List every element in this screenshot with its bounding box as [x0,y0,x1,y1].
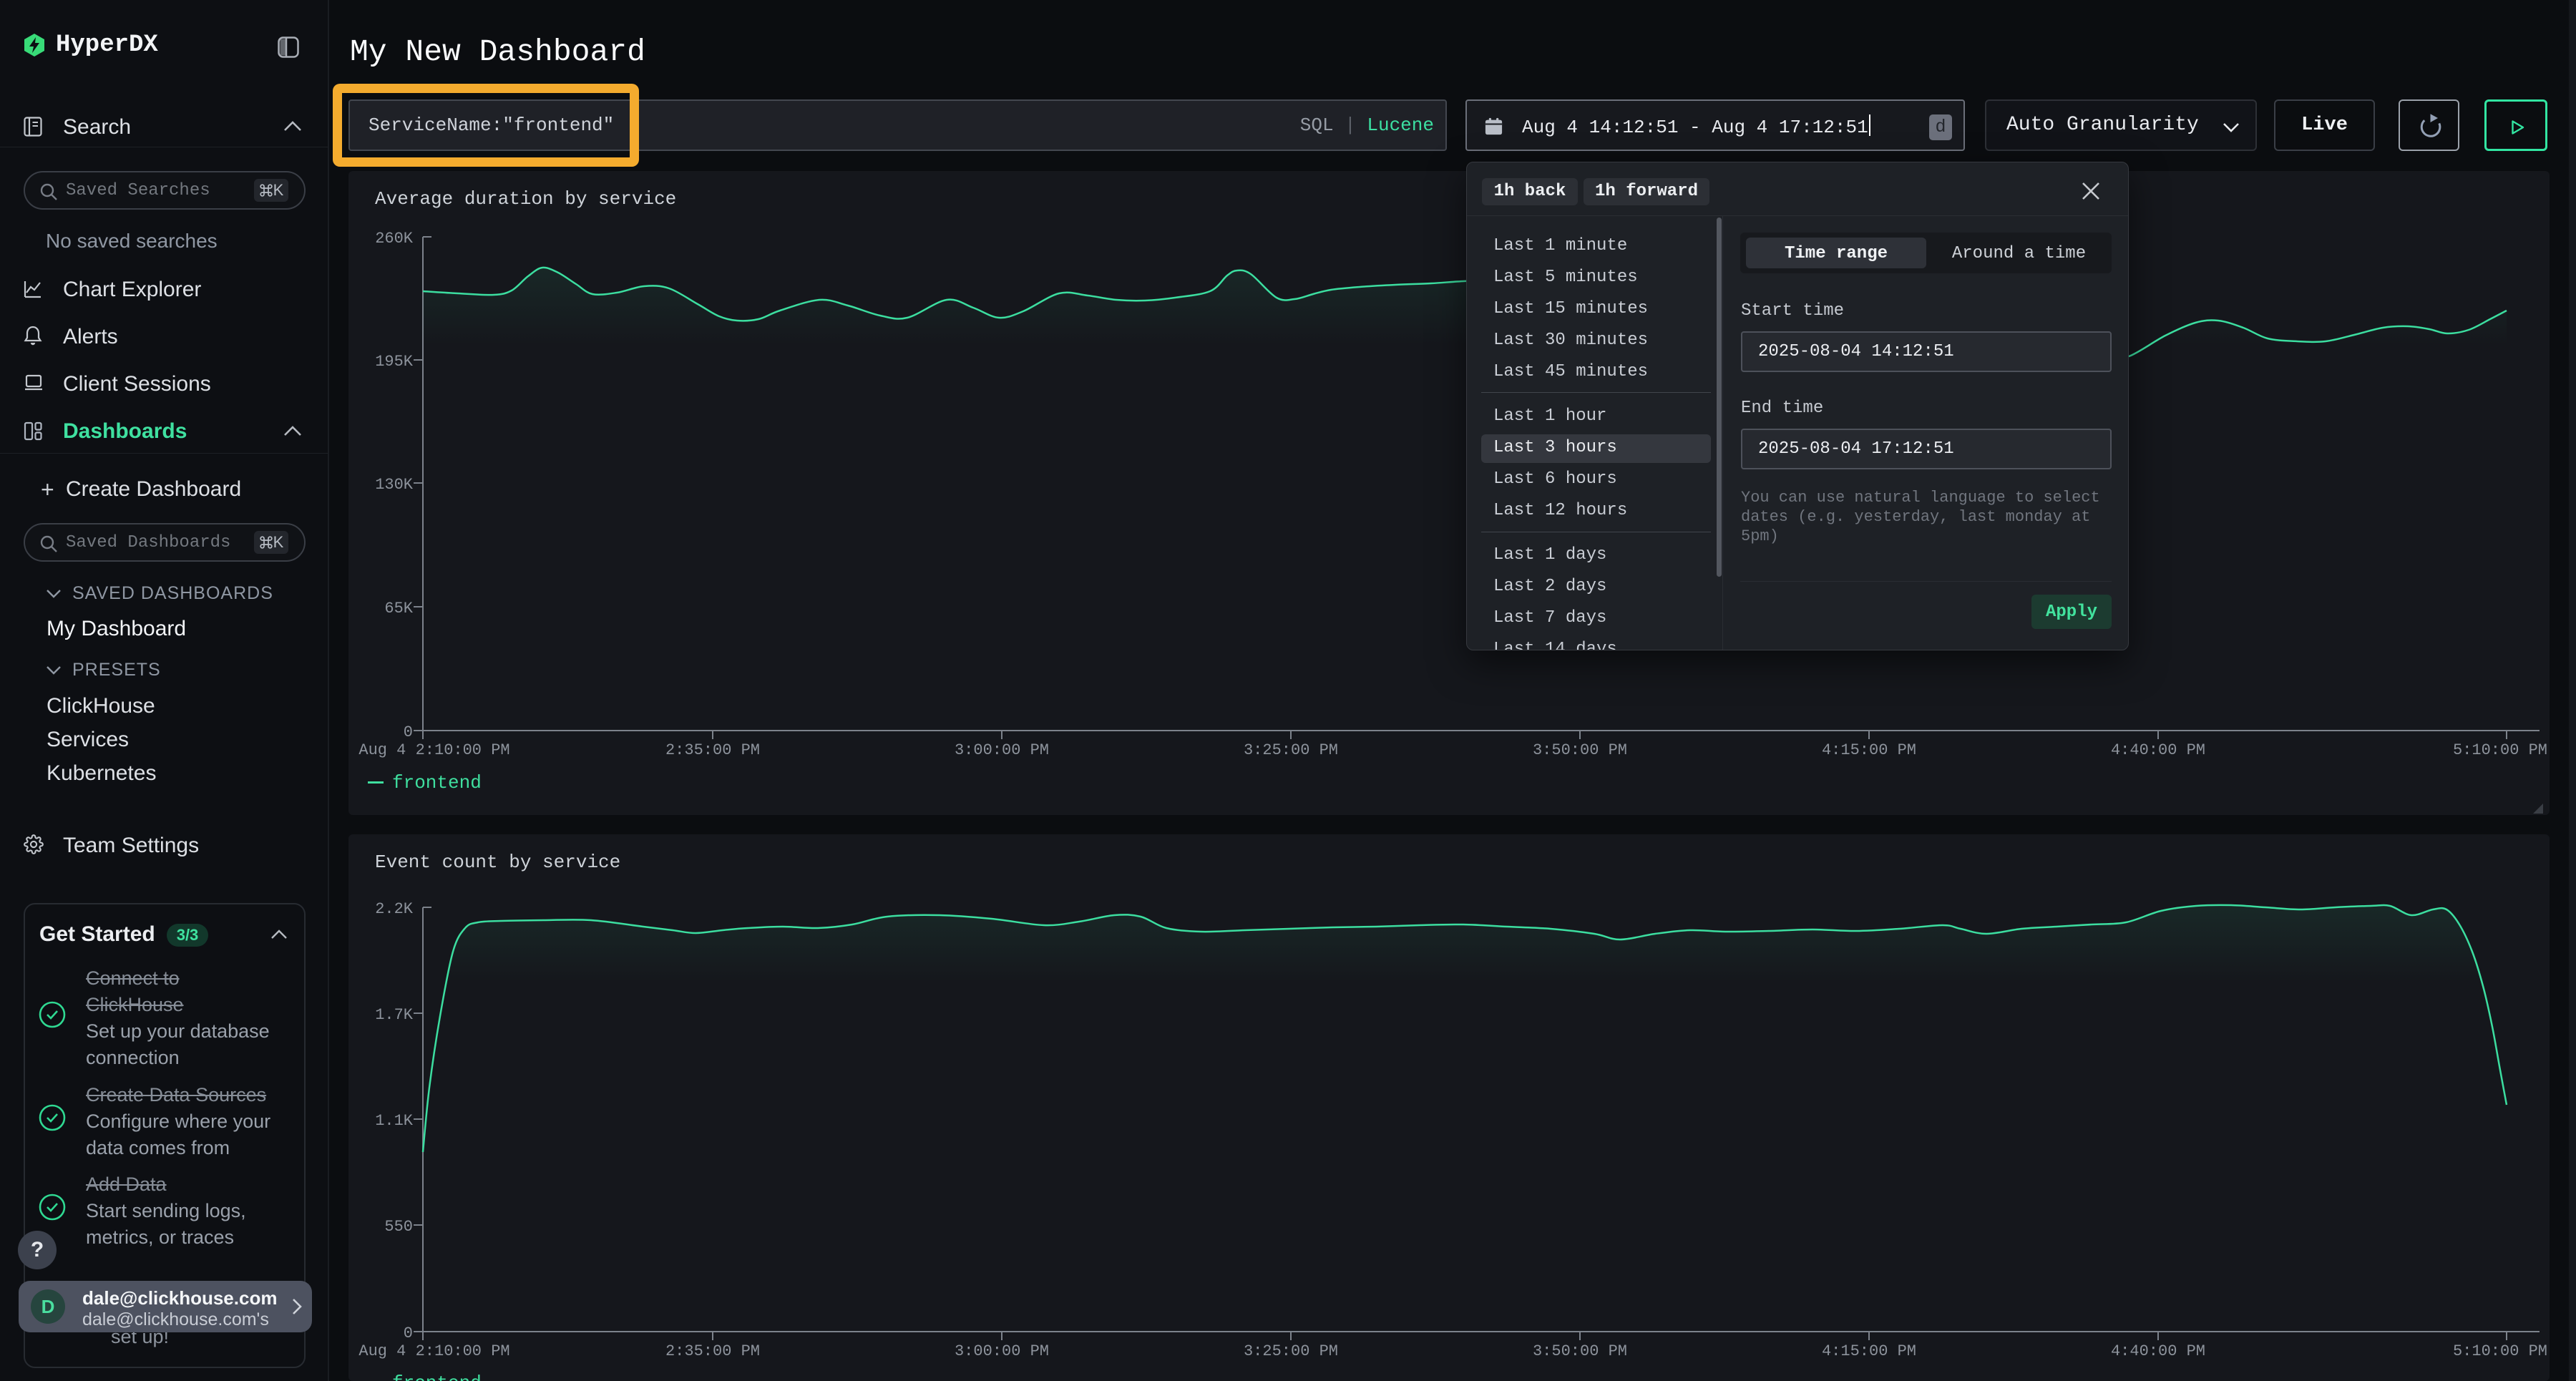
svg-text:Aug 4 2:10:00 PM: Aug 4 2:10:00 PM [358,1342,509,1360]
svg-text:3:25:00 PM: 3:25:00 PM [1244,741,1338,759]
svg-text:1.7K: 1.7K [375,1006,414,1024]
svg-text:Aug 4 2:10:00 PM: Aug 4 2:10:00 PM [358,741,509,759]
svg-text:2:35:00 PM: 2:35:00 PM [665,741,760,759]
svg-text:2.2K: 2.2K [375,900,414,918]
svg-text:4:15:00 PM: 4:15:00 PM [1822,741,1916,759]
svg-text:195K: 195K [375,353,414,371]
svg-text:3:50:00 PM: 3:50:00 PM [1533,1342,1627,1360]
svg-text:0: 0 [404,723,413,741]
svg-text:3:00:00 PM: 3:00:00 PM [955,741,1049,759]
svg-text:1.1K: 1.1K [375,1112,414,1130]
svg-text:550: 550 [384,1218,413,1236]
svg-text:130K: 130K [375,476,414,494]
svg-text:260K: 260K [375,230,414,248]
svg-text:2:35:00 PM: 2:35:00 PM [665,1342,760,1360]
svg-text:5:10:00 PM: 5:10:00 PM [2453,741,2547,759]
svg-text:3:50:00 PM: 3:50:00 PM [1533,741,1627,759]
svg-text:4:40:00 PM: 4:40:00 PM [2111,741,2205,759]
svg-text:4:40:00 PM: 4:40:00 PM [2111,1342,2205,1360]
svg-text:5:10:00 PM: 5:10:00 PM [2453,1342,2547,1360]
svg-text:3:25:00 PM: 3:25:00 PM [1244,1342,1338,1360]
svg-text:3:00:00 PM: 3:00:00 PM [955,1342,1049,1360]
svg-text:0: 0 [404,1324,413,1342]
svg-text:65K: 65K [384,600,413,618]
svg-text:4:15:00 PM: 4:15:00 PM [1822,1342,1916,1360]
